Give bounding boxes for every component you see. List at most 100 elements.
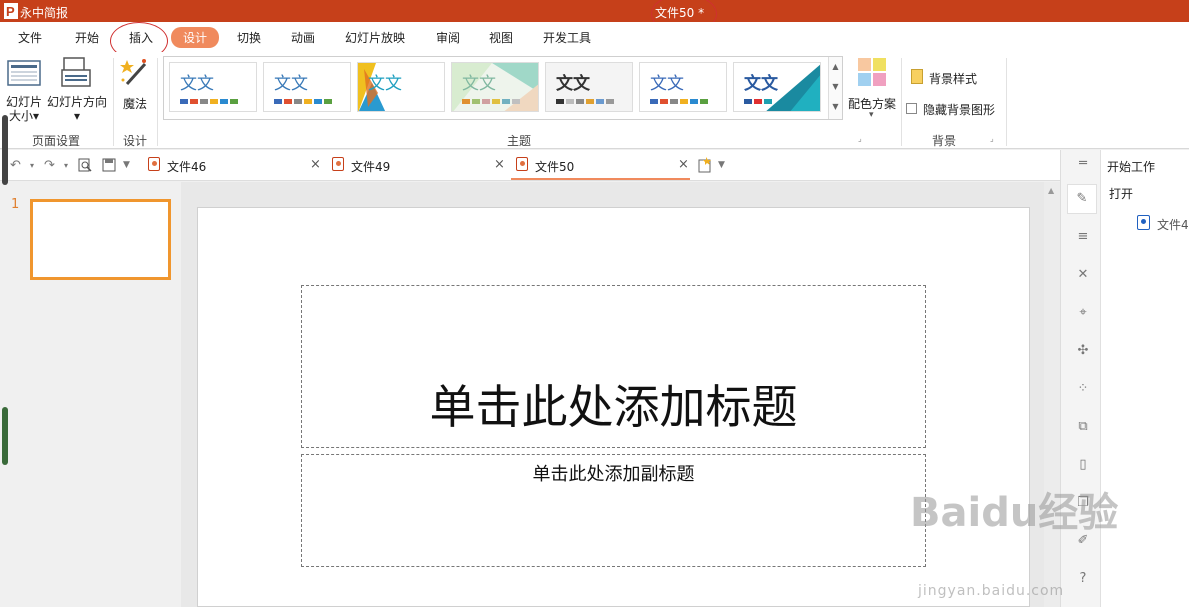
group-page-setup-label: 页面设置: [32, 134, 81, 148]
menu-transitions[interactable]: 切换: [237, 29, 261, 46]
slide-orientation-label: 幻灯片方向: [46, 95, 107, 109]
vertical-scrollbar[interactable]: ▲: [1044, 182, 1060, 607]
theme-option[interactable]: 文文: [451, 62, 539, 112]
menu-developer[interactable]: 开发工具: [543, 29, 591, 46]
ribbon: 幻灯片 大小▾ 幻灯片方向 ▾ 页面设置 魔法 设计 文文 文文 文文 文文 文…: [0, 52, 1189, 149]
slide-size-label-line1: 幻灯片: [5, 95, 42, 109]
theme-option[interactable]: 文文: [169, 62, 257, 112]
adjust-sliders-icon[interactable]: ≡: [1075, 229, 1091, 245]
theme-option[interactable]: 文文: [357, 62, 445, 112]
pane-menu-icon[interactable]: ═: [1073, 156, 1093, 172]
theme-sample-text: 文文: [744, 74, 778, 94]
theme-color-bars: [744, 99, 772, 104]
dropdown-arrow-icon: ▾: [869, 110, 874, 120]
dropdown-arrow-icon: ▾: [32, 109, 40, 123]
close-tab-icon[interactable]: ×: [678, 157, 689, 172]
save-icon[interactable]: [102, 158, 116, 172]
slide-thumbnail-panel: 1: [0, 182, 180, 607]
scroll-up-icon[interactable]: ▲: [1048, 186, 1054, 195]
new-tab-icon[interactable]: [698, 157, 712, 173]
ribbon-separator: [157, 58, 158, 146]
presentation-file-icon: [332, 157, 344, 171]
menu-design[interactable]: 设计: [171, 27, 220, 48]
menu-view[interactable]: 视图: [489, 29, 513, 46]
brush-icon[interactable]: ⌖: [1075, 305, 1091, 321]
scroll-up-icon[interactable]: ▲: [829, 57, 842, 77]
theme-sample-text: 文文: [462, 74, 496, 94]
subtitle-placeholder[interactable]: 单击此处添加副标题: [301, 454, 926, 567]
theme-color-bars: [274, 99, 332, 104]
menu-review[interactable]: 审阅: [436, 29, 460, 46]
new-tab-dropdown-icon[interactable]: ▼: [718, 160, 725, 170]
redo-icon[interactable]: ↷: [44, 158, 55, 173]
presentation-file-icon: [1137, 215, 1150, 230]
menu-bar: 文件 开始 插入 设计 切换 动画 幻灯片放映 审阅 视图 开发工具: [0, 22, 1189, 52]
group-launcher-icon[interactable]: ⌟: [990, 134, 994, 143]
document-tab-bar: ↶ ▾ ↷ ▾ ▼ 文件46 × 文件49 × 文件50 × ▼: [0, 150, 1060, 181]
customize-quick-access-icon[interactable]: ▼: [123, 160, 130, 170]
undo-dropdown-icon[interactable]: ▾: [30, 161, 34, 170]
gallery-scroll[interactable]: ▲ ▼ ▼: [828, 57, 842, 119]
group-launcher-icon[interactable]: ⌟: [858, 134, 862, 143]
theme-option[interactable]: 文文: [545, 62, 633, 112]
title-placeholder-text: 单击此处添加标题: [429, 380, 798, 434]
slide-number: 1: [11, 197, 20, 212]
theme-sample-text: 文文: [556, 74, 590, 94]
scroll-down-icon[interactable]: ▼: [829, 77, 842, 97]
subtitle-placeholder-text: 单击此处添加副标题: [532, 464, 695, 485]
close-tab-icon[interactable]: ×: [494, 157, 505, 172]
slide-size-icon: [7, 60, 41, 86]
doc-tab-file49[interactable]: 文件49 ×: [327, 150, 509, 180]
theme-option[interactable]: 文文: [733, 62, 821, 112]
ribbon-separator: [113, 58, 114, 146]
theme-color-bars: [462, 99, 520, 104]
app-name: 永中简报: [20, 6, 69, 20]
theme-option[interactable]: 文文: [263, 62, 351, 112]
watermark-url: jingyan.baidu.com: [918, 583, 1065, 599]
color-scheme-icon: [858, 58, 886, 86]
task-pane-open-link[interactable]: 打开: [1109, 185, 1133, 202]
magic-button[interactable]: 魔法: [119, 95, 151, 112]
help-icon[interactable]: ?: [1075, 571, 1091, 587]
slide-thumbnail[interactable]: [30, 199, 171, 280]
background-style-button[interactable]: 背景样式: [929, 70, 977, 87]
background-style-icon: [911, 69, 923, 84]
slide-editor: 单击此处添加标题 单击此处添加副标题 ▲: [181, 182, 1060, 607]
theme-sample-text: 文文: [274, 74, 308, 94]
shape-icon[interactable]: ✣: [1075, 343, 1091, 359]
tools-icon[interactable]: ✕: [1075, 267, 1091, 283]
svg-text:P: P: [6, 4, 15, 19]
recent-file-link[interactable]: 文件4: [1157, 216, 1189, 233]
task-pane-toolbar: ═ ✎ ≡ ✕ ⌖ ✣ ⁘ ⧉ ▯ ❐ ✐ ?: [1061, 150, 1101, 607]
slide-orientation-icon: [61, 57, 91, 87]
left-edge-indicator: [2, 407, 8, 465]
hide-background-checkbox[interactable]: [906, 103, 917, 114]
doc-tab-file50[interactable]: 文件50 ×: [511, 150, 690, 180]
undo-icon[interactable]: ↶: [10, 158, 21, 173]
close-tab-icon[interactable]: ×: [310, 157, 321, 172]
task-pane-title: 开始工作: [1107, 160, 1156, 174]
menu-slideshow[interactable]: 幻灯片放映: [345, 29, 405, 46]
theme-option[interactable]: 文文: [639, 62, 727, 112]
title-placeholder[interactable]: 单击此处添加标题: [301, 285, 926, 448]
grid-icon[interactable]: ⁘: [1075, 381, 1091, 397]
clipboard-icon[interactable]: ▯: [1075, 457, 1091, 473]
ribbon-separator: [901, 58, 902, 146]
menu-file[interactable]: 文件: [18, 29, 42, 46]
gallery-expand-icon[interactable]: ▼: [829, 97, 842, 117]
menu-home[interactable]: 开始: [75, 29, 99, 46]
theme-gallery: 文文 文文 文文 文文 文文 文文 文文 ▲ ▼ ▼: [163, 56, 843, 120]
pen-icon[interactable]: ✎: [1067, 184, 1097, 214]
theme-color-bars: [180, 99, 238, 104]
menu-animations[interactable]: 动画: [291, 29, 315, 46]
menu-insert[interactable]: 插入: [129, 29, 153, 46]
redo-dropdown-icon[interactable]: ▾: [64, 161, 68, 170]
magic-wand-icon: [120, 59, 147, 86]
task-pane: ═ ✎ ≡ ✕ ⌖ ✣ ⁘ ⧉ ▯ ❐ ✐ ? 开始工作 打开 文件4: [1060, 150, 1189, 607]
image-icon[interactable]: ⧉: [1075, 419, 1091, 435]
slide-size-button[interactable]: 幻灯片 大小▾: [4, 95, 44, 123]
slide-orientation-button[interactable]: 幻灯片方向 ▾: [46, 95, 108, 123]
doc-tab-file46[interactable]: 文件46 ×: [143, 150, 325, 180]
slide-canvas[interactable]: 单击此处添加标题 单击此处添加副标题: [197, 207, 1030, 607]
print-preview-icon[interactable]: [78, 158, 92, 172]
